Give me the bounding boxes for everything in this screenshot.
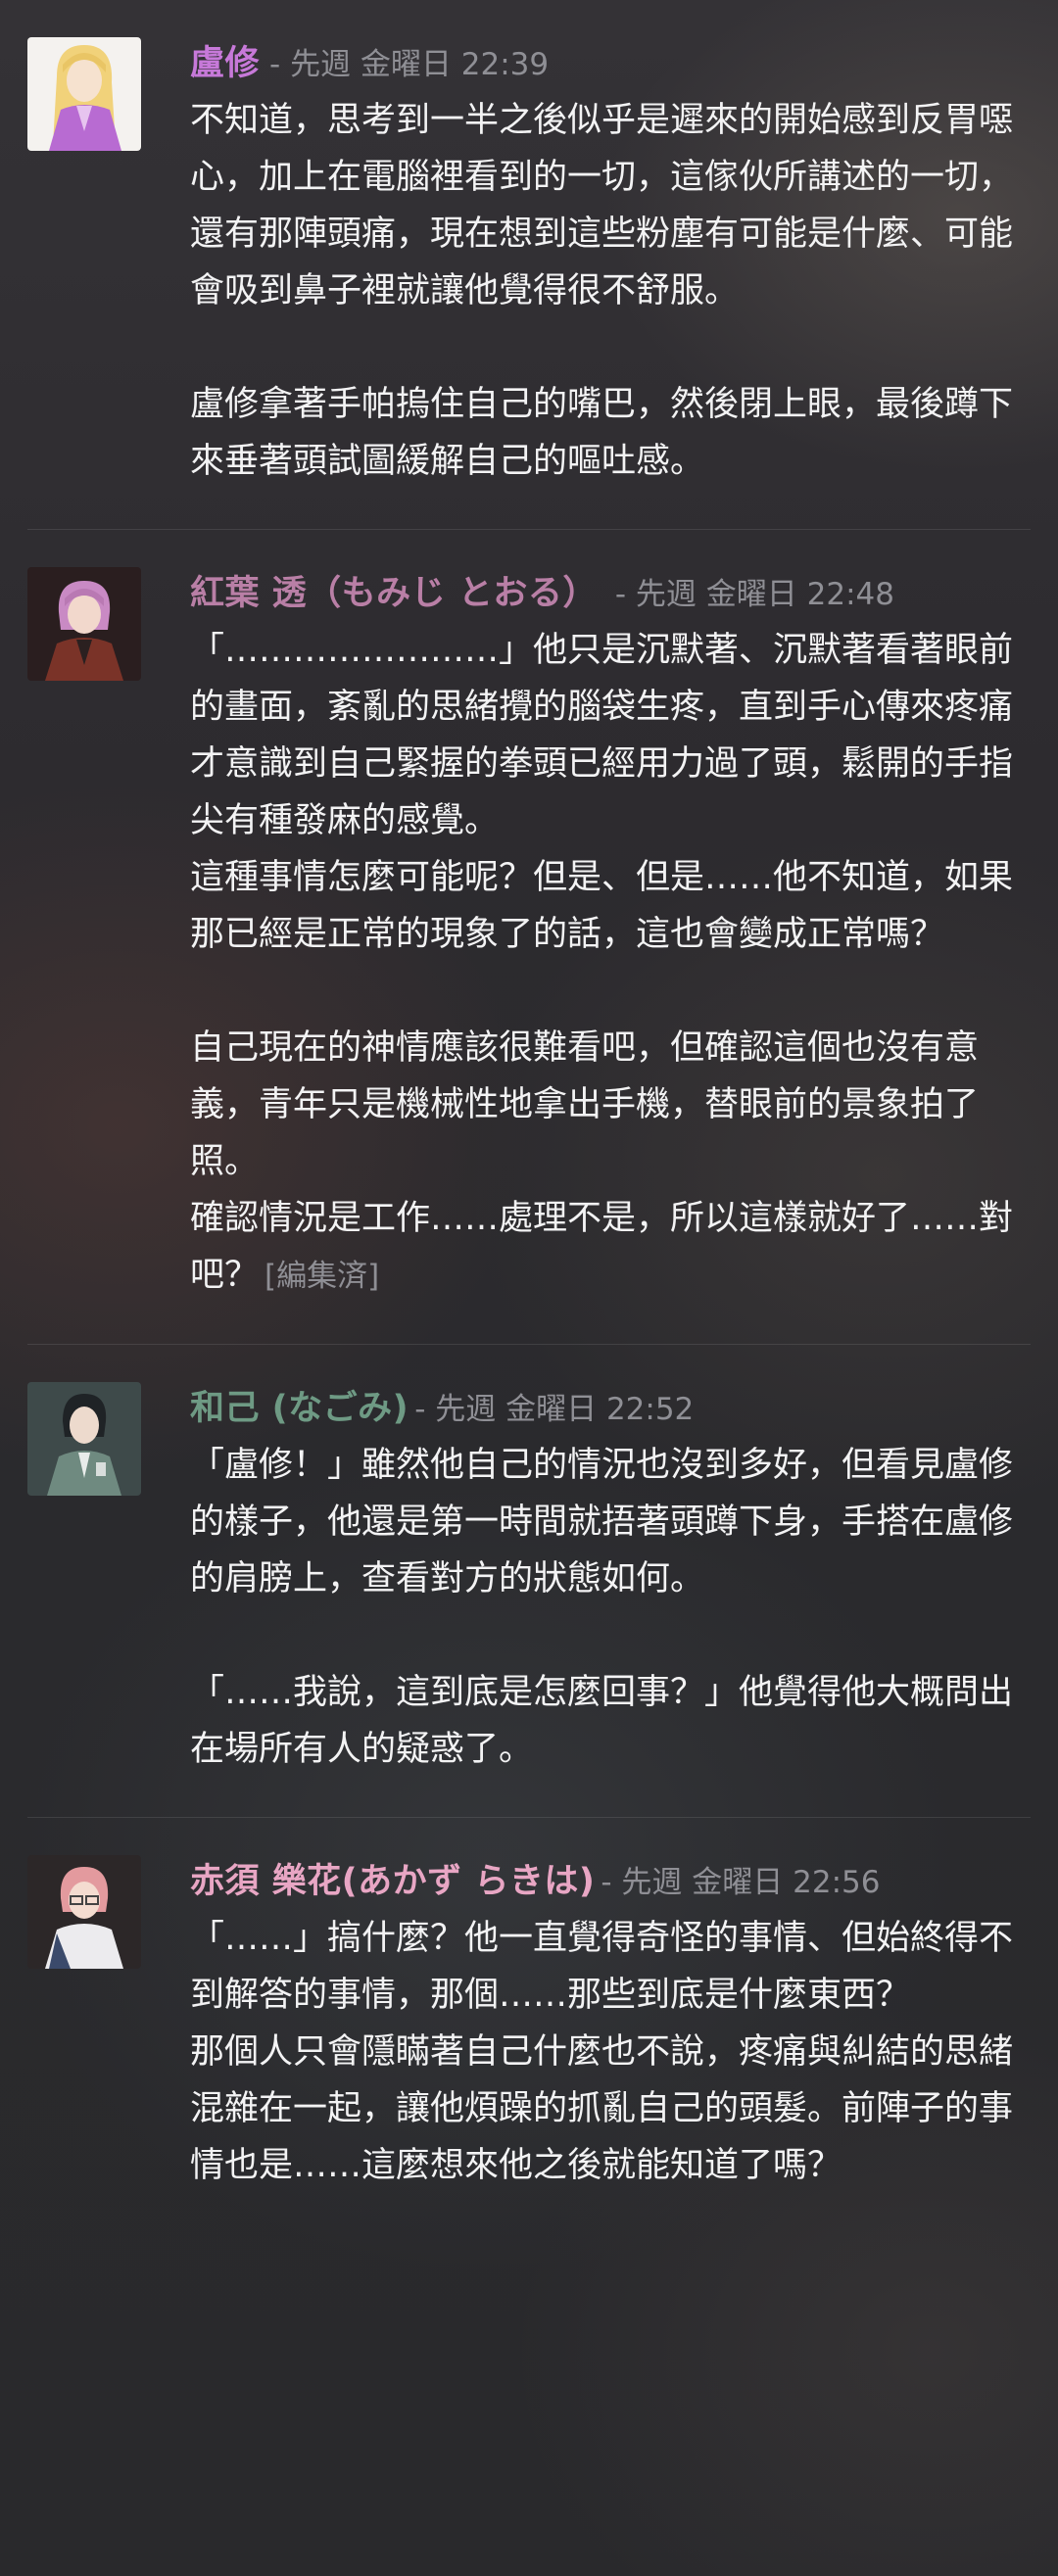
- message-text: 「……………………」他只是沉默著、沉默著看著眼前的畫面，紊亂的思緒攪的腦袋生疼，…: [190, 631, 1014, 1295]
- message-header: 和己 (なごみ) - 先週 金曜日 22:52: [190, 1380, 1031, 1431]
- author-name[interactable]: 紅葉 透（もみじ とおる）: [190, 565, 598, 615]
- message-body: 「……」搞什麼？他一直覺得奇怪的事情、但始終得不到解答的事情，那個……那些到底是…: [190, 1919, 1014, 2185]
- message-item[interactable]: 赤須 樂花(あかず らきは) - 先週 金曜日 22:56 「……」搞什麼？他一…: [27, 1817, 1031, 2233]
- message-timestamp: - 先週 金曜日 22:56: [601, 1865, 881, 1900]
- avatar[interactable]: [27, 1855, 141, 1969]
- avatar-pink-hair-red-coat-icon: [27, 567, 141, 681]
- edited-indicator: [編集済]: [264, 1259, 380, 1294]
- message-body: 「盧修！」雖然他自己的情況也沒到多好，但看見盧修的樣子，他還是第一時間就捂著頭蹲…: [190, 1446, 1014, 1769]
- message-timestamp: - 先週 金曜日 22:52: [414, 1392, 695, 1427]
- message-timestamp: - 先週 金曜日 22:48: [614, 577, 894, 612]
- message-body: 「……………………」他只是沉默著、沉默著看著眼前的畫面，紊亂的思緒攪的腦袋生疼，…: [190, 622, 1033, 1305]
- author-name[interactable]: 赤須 樂花(あかず らきは): [190, 1853, 595, 1903]
- message-header: 盧修 - 先週 金曜日 22:39: [190, 35, 1031, 86]
- message-item[interactable]: 盧修 - 先週 金曜日 22:39 不知道，思考到一半之後似乎是遲來的開始感到反…: [27, 0, 1031, 529]
- avatar[interactable]: [27, 37, 141, 151]
- message-header: 赤須 樂花(あかず らきは) - 先週 金曜日 22:56: [190, 1853, 1031, 1904]
- avatar[interactable]: [27, 1382, 141, 1496]
- avatar[interactable]: [27, 567, 141, 681]
- message-header: 紅葉 透（もみじ とおる） - 先週 金曜日 22:48: [190, 565, 1031, 616]
- avatar-blonde-purple-robe-icon: [27, 37, 141, 151]
- author-name[interactable]: 和己 (なごみ): [190, 1380, 409, 1430]
- message-body: 不知道，思考到一半之後似乎是遲來的開始感到反胃噁心，加上在電腦裡看到的一切，這傢…: [190, 101, 1014, 481]
- avatar-dark-hair-green-suit-icon: [27, 1382, 141, 1496]
- avatar-pink-hair-glasses-white-shirt-icon: [27, 1855, 141, 1969]
- author-name[interactable]: 盧修: [190, 35, 260, 85]
- message-feed[interactable]: 盧修 - 先週 金曜日 22:39 不知道，思考到一半之後似乎是遲來的開始感到反…: [0, 0, 1058, 2233]
- message-timestamp: - 先週 金曜日 22:39: [269, 47, 550, 82]
- message-item[interactable]: 紅葉 透（もみじ とおる） - 先週 金曜日 22:48 「……………………」他…: [27, 529, 1031, 1344]
- message-item[interactable]: 和己 (なごみ) - 先週 金曜日 22:52 「盧修！」雖然他自己的情況也沒到…: [27, 1344, 1031, 1817]
